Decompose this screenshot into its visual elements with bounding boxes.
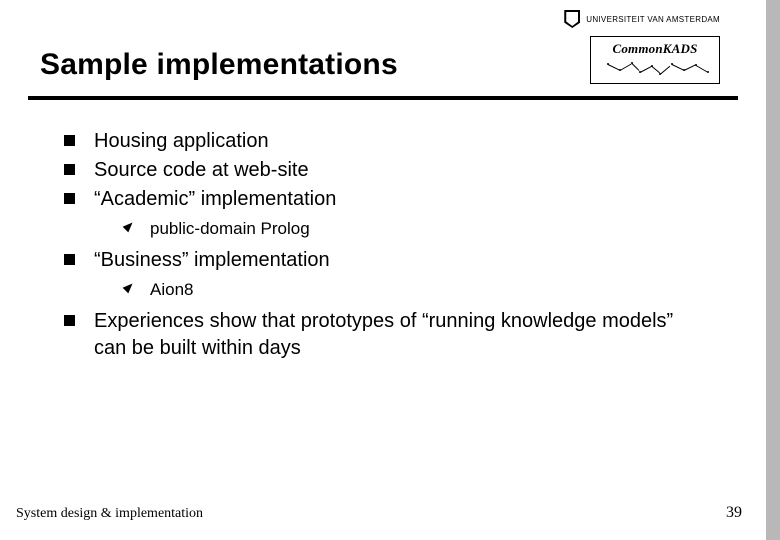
footer-left-text: System design & implementation: [16, 506, 203, 522]
sub-bullet-list: public-domain Prolog: [124, 217, 702, 241]
slide-content: Housing application Source code at web-s…: [64, 128, 702, 364]
right-gray-stripe: [766, 0, 780, 540]
title-underline: [28, 96, 738, 100]
list-item: Aion8: [124, 278, 702, 302]
list-item: public-domain Prolog: [124, 217, 702, 241]
uva-logo: UNIVERSITEIT VAN AMSTERDAM: [564, 10, 720, 28]
bullet-list: Housing application Source code at web-s…: [64, 128, 702, 362]
list-item: Experiences show that prototypes of “run…: [64, 308, 702, 362]
bullet-text: “Academic” implementation: [94, 188, 336, 210]
shield-icon: [564, 10, 580, 28]
sub-bullet-list: Aion8: [124, 278, 702, 302]
uva-logo-text: UNIVERSITEIT VAN AMSTERDAM: [586, 15, 720, 24]
slide-header: Sample implementations: [40, 48, 726, 82]
list-item: Source code at web-site: [64, 157, 702, 184]
slide-title: Sample implementations: [40, 48, 726, 82]
list-item: Housing application: [64, 128, 702, 155]
page-number: 39: [726, 504, 742, 522]
bullet-text: “Business” implementation: [94, 249, 330, 271]
bullet-text: Housing application: [94, 130, 269, 152]
bullet-text: Source code at web-site: [94, 159, 309, 181]
sub-bullet-text: public-domain Prolog: [150, 219, 310, 238]
slide: UNIVERSITEIT VAN AMSTERDAM CommonKADS: [0, 0, 766, 540]
bullet-text: Experiences show that prototypes of “run…: [94, 310, 673, 359]
slide-footer: System design & implementation 39: [16, 504, 742, 522]
list-item: “Academic” implementation public-domain …: [64, 186, 702, 241]
sub-bullet-text: Aion8: [150, 280, 193, 299]
list-item: “Business” implementation Aion8: [64, 247, 702, 302]
